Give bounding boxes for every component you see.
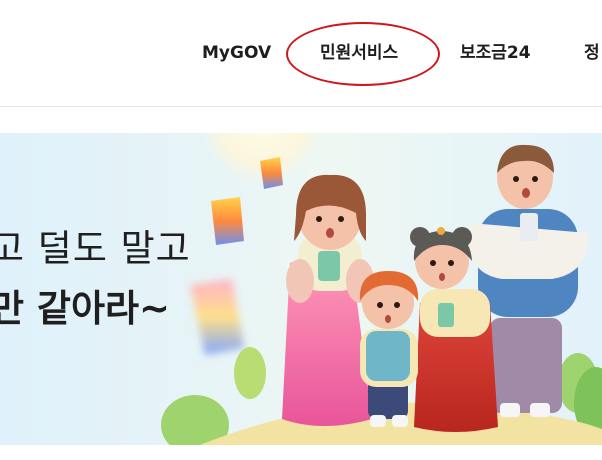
banner-headline-line1: 고 덜도 말고 — [0, 227, 191, 270]
main-banner[interactable]: 고 덜도 말고 만 같아라~ — [0, 133, 602, 445]
nav-item-mygov[interactable]: MyGOV — [202, 38, 271, 68]
sky-lantern-icon — [190, 279, 244, 355]
sky-lantern-icon — [211, 197, 244, 245]
moon-glow — [202, 133, 322, 183]
nav-item-policy-partial[interactable]: 정 — [584, 38, 600, 68]
nav-item-subsidy24[interactable]: 보조금24 — [460, 38, 531, 68]
sky-lantern-icon — [260, 157, 283, 189]
banner-headline-line2: 만 같아라~ — [0, 287, 171, 330]
nav-item-civil-services[interactable]: 민원서비스 — [320, 38, 398, 68]
top-navigation: MyGOV 민원서비스 보조금24 정 — [0, 0, 602, 107]
